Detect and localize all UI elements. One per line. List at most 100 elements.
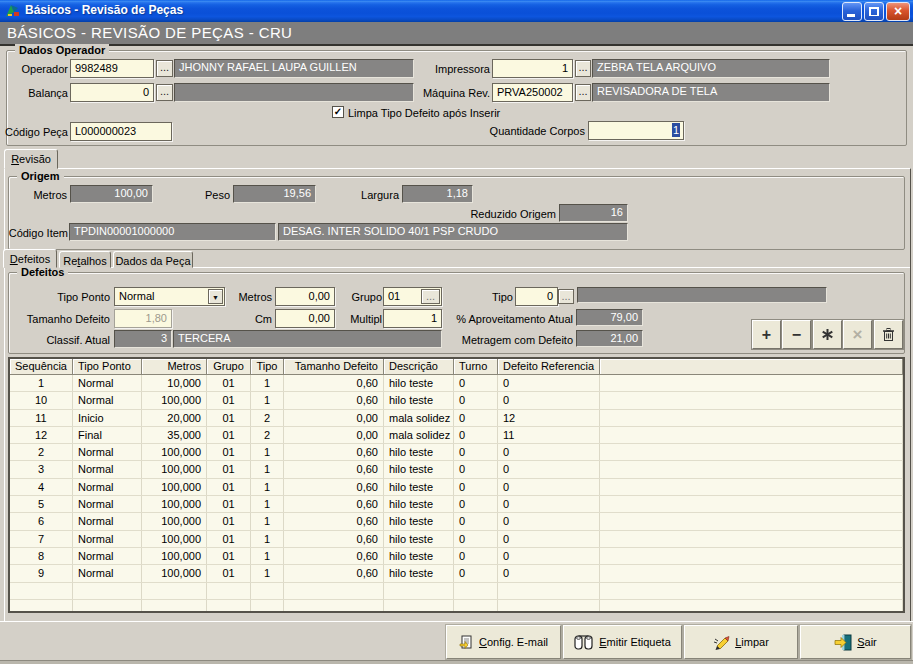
grid-cell[interactable]: Normal bbox=[73, 496, 142, 512]
grid-cell[interactable]: Normal bbox=[73, 461, 142, 477]
grid-cell[interactable]: 0,60 bbox=[284, 565, 384, 581]
cm-input[interactable]: 0,00 bbox=[275, 309, 335, 328]
grid-cell[interactable] bbox=[600, 513, 903, 529]
grid-cell[interactable]: 0 bbox=[498, 375, 600, 391]
grid-cell[interactable]: 100,000 bbox=[142, 548, 207, 564]
grid-cell[interactable]: 0,60 bbox=[284, 375, 384, 391]
grid-cell[interactable]: mala solidez bbox=[384, 410, 454, 426]
grid-cell[interactable]: 0 bbox=[454, 375, 498, 391]
grid-cell[interactable]: 0,60 bbox=[284, 479, 384, 495]
grid-cell[interactable] bbox=[600, 565, 903, 581]
grid-cell[interactable]: 1 bbox=[251, 461, 284, 477]
grid-header-cell[interactable]: Tipo bbox=[251, 359, 284, 375]
grid-cell[interactable]: 0 bbox=[454, 410, 498, 426]
grid-cell[interactable]: 01 bbox=[207, 410, 251, 426]
grid-cell[interactable]: 0 bbox=[454, 513, 498, 529]
grid-cell[interactable]: hilo teste bbox=[384, 565, 454, 581]
grid-cell[interactable] bbox=[600, 427, 903, 443]
grid-row[interactable]: 11Inicio20,0000120,00mala solidez012 bbox=[10, 410, 903, 427]
grid-cell[interactable]: 01 bbox=[207, 479, 251, 495]
grid-cell[interactable]: 0,00 bbox=[284, 410, 384, 426]
grid-cell[interactable]: 2 bbox=[251, 410, 284, 426]
grid-cell[interactable]: Final bbox=[73, 427, 142, 443]
grid-header-cell[interactable]: Grupo bbox=[207, 359, 251, 375]
refresh-button[interactable] bbox=[813, 320, 842, 349]
grid-cell[interactable]: 1 bbox=[251, 513, 284, 529]
grid-cell[interactable]: 01 bbox=[207, 444, 251, 460]
grid-cell[interactable]: 01 bbox=[207, 548, 251, 564]
grid-header-cell[interactable]: Tamanho Defeito bbox=[284, 359, 384, 375]
grid-cell[interactable]: 0 bbox=[454, 496, 498, 512]
grid-cell[interactable]: 8 bbox=[10, 548, 73, 564]
grid-cell[interactable]: 100,000 bbox=[142, 513, 207, 529]
grid-row[interactable]: 8Normal100,0000110,60hilo teste00 bbox=[10, 548, 903, 565]
grid-cell[interactable]: Normal bbox=[73, 392, 142, 408]
grid-header-cell[interactable]: Tipo Ponto bbox=[73, 359, 142, 375]
grid-cell[interactable]: 0 bbox=[498, 496, 600, 512]
grid-cell[interactable]: 12 bbox=[498, 410, 600, 426]
tab-defeitos[interactable]: Defeitos bbox=[3, 249, 57, 268]
grid-cell[interactable] bbox=[600, 479, 903, 495]
minimize-button[interactable] bbox=[842, 2, 862, 21]
grid-cell[interactable]: 0 bbox=[454, 531, 498, 547]
grid-cell[interactable]: 0 bbox=[454, 444, 498, 460]
grid-cell[interactable]: 0,60 bbox=[284, 496, 384, 512]
grid-cell[interactable]: 0,60 bbox=[284, 531, 384, 547]
grid-cell[interactable]: 01 bbox=[207, 461, 251, 477]
tipo-ponto-dropdown-icon[interactable]: ▼ bbox=[208, 289, 223, 304]
impressora-input[interactable]: 1 bbox=[492, 59, 573, 78]
grid-cell[interactable]: hilo teste bbox=[384, 531, 454, 547]
grid-cell[interactable]: 12 bbox=[10, 427, 73, 443]
grid-cell[interactable]: Normal bbox=[73, 479, 142, 495]
grid-cell[interactable]: hilo teste bbox=[384, 375, 454, 391]
grid-cell[interactable]: 20,000 bbox=[142, 410, 207, 426]
config-email-button[interactable]: Config. E-mail bbox=[446, 625, 561, 659]
defeitos-metros-input[interactable]: 0,00 bbox=[275, 287, 335, 306]
delete-button[interactable] bbox=[874, 320, 903, 349]
grid-cell[interactable]: 0 bbox=[454, 461, 498, 477]
grid-cell[interactable]: 11 bbox=[498, 427, 600, 443]
grid-cell[interactable]: 1 bbox=[251, 392, 284, 408]
grid-cell[interactable]: 0 bbox=[498, 479, 600, 495]
grid-cell[interactable]: 100,000 bbox=[142, 565, 207, 581]
grid-cell[interactable]: 1 bbox=[251, 479, 284, 495]
grid-cell[interactable]: 0 bbox=[498, 513, 600, 529]
maquina-rev-input[interactable]: PRVA250002 bbox=[492, 83, 573, 102]
grid-cell[interactable]: 01 bbox=[207, 565, 251, 581]
grid-cell[interactable]: 0,60 bbox=[284, 513, 384, 529]
grid-cell[interactable]: 100,000 bbox=[142, 461, 207, 477]
grid-cell[interactable]: 1 bbox=[251, 531, 284, 547]
limpar-button[interactable]: Limpar bbox=[684, 625, 798, 659]
grid-cell[interactable]: 0 bbox=[454, 548, 498, 564]
grid-cell[interactable]: 11 bbox=[10, 410, 73, 426]
grid-cell[interactable] bbox=[600, 410, 903, 426]
grid-cell[interactable]: hilo teste bbox=[384, 444, 454, 460]
grid-cell[interactable]: 01 bbox=[207, 427, 251, 443]
tamanho-defeito-input[interactable]: 1,80 bbox=[114, 309, 172, 328]
grid-cell[interactable]: 0,60 bbox=[284, 461, 384, 477]
grid-cell[interactable]: 0,60 bbox=[284, 444, 384, 460]
grid-cell[interactable]: Normal bbox=[73, 444, 142, 460]
grid-cell[interactable] bbox=[600, 548, 903, 564]
grid-cell[interactable]: 1 bbox=[251, 444, 284, 460]
grid-row[interactable]: 6Normal100,0000110,60hilo teste00 bbox=[10, 513, 903, 530]
grid-cell[interactable]: 100,000 bbox=[142, 531, 207, 547]
grid-cell[interactable]: 0 bbox=[498, 461, 600, 477]
grid-cell[interactable]: 1 bbox=[251, 548, 284, 564]
remove-button[interactable]: − bbox=[782, 320, 811, 349]
grid-cell[interactable]: 10 bbox=[10, 392, 73, 408]
grid-cell[interactable]: 01 bbox=[207, 513, 251, 529]
grid-cell[interactable]: Normal bbox=[73, 513, 142, 529]
grid-cell[interactable]: 6 bbox=[10, 513, 73, 529]
grid-row[interactable]: 10Normal100,0000110,60hilo teste00 bbox=[10, 392, 903, 409]
grid-header-cell[interactable]: Descrição bbox=[384, 359, 454, 375]
grid-row[interactable]: 7Normal100,0000110,60hilo teste00 bbox=[10, 531, 903, 548]
grid-cell[interactable]: 0 bbox=[454, 392, 498, 408]
tipo-browse-button[interactable]: ... bbox=[558, 289, 574, 304]
grid-cell[interactable]: hilo teste bbox=[384, 513, 454, 529]
grid-cell[interactable]: 1 bbox=[251, 375, 284, 391]
grid-cell[interactable]: Normal bbox=[73, 548, 142, 564]
grid-header-cell[interactable]: Metros bbox=[142, 359, 207, 375]
grupo-browse-button[interactable]: ... bbox=[421, 289, 440, 304]
grid-header-cell[interactable]: Defeito Referencia bbox=[498, 359, 600, 375]
